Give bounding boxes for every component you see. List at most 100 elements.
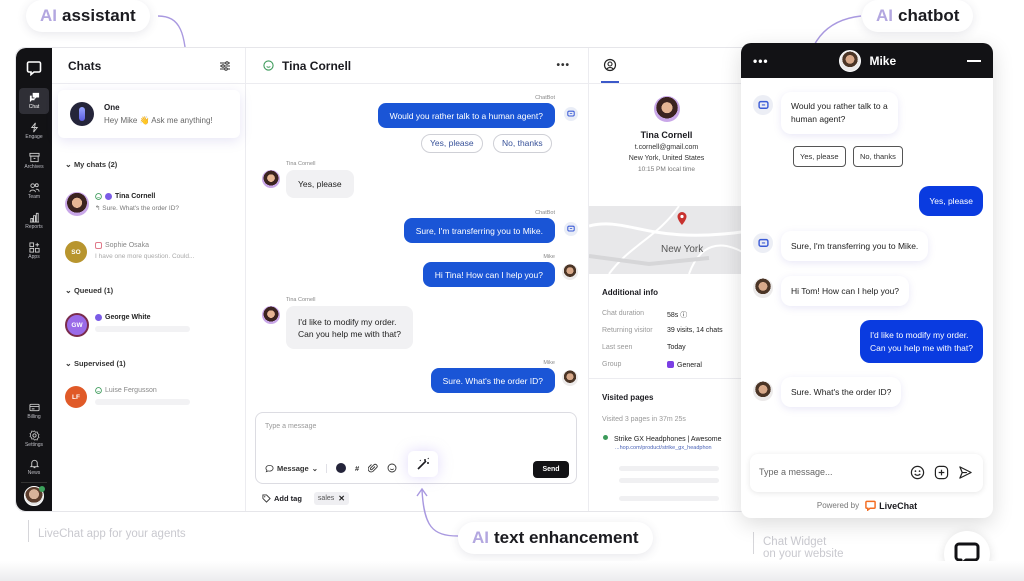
ai-assist-icon[interactable] xyxy=(335,463,346,473)
widget-message-input[interactable]: Type a message... xyxy=(750,454,983,492)
visited-page-item[interactable]: Strike GX Headphones | Awesome ...hop.co… xyxy=(603,435,722,451)
nav-item-settings[interactable]: Settings xyxy=(19,426,49,452)
magic-wand-icon xyxy=(417,457,429,470)
nav-item-team[interactable]: Team xyxy=(19,178,49,204)
section-my-chats[interactable]: My chats (2) xyxy=(65,160,117,169)
agent-avatar xyxy=(839,49,862,72)
livechat-logo-icon xyxy=(26,61,42,76)
ai-assistant-card[interactable]: One Hey Mike 👋 Ask me anything! xyxy=(58,90,240,138)
chats-header: Chats xyxy=(52,48,245,84)
ai-assistant-orb-icon xyxy=(70,102,94,126)
team-icon xyxy=(28,183,40,193)
caption-arrow xyxy=(28,520,29,542)
nav-item-chat[interactable]: Chat xyxy=(19,88,49,114)
nav-divider xyxy=(21,482,47,483)
filter-icon[interactable] xyxy=(219,60,231,72)
bell-icon xyxy=(29,459,39,469)
send-button[interactable]: Send xyxy=(533,461,569,478)
chats-title: Chats xyxy=(68,58,102,73)
message-bubble: Would you rather talk to a human agent? xyxy=(377,103,555,128)
message-bubble: Sure, I'm transferring you to Mike. xyxy=(403,218,555,243)
chat-preview: I have one more question. Could... xyxy=(95,253,195,260)
nav-item-engage[interactable]: Engage xyxy=(19,118,49,144)
customer-avatar xyxy=(653,96,680,122)
chatbot-badge xyxy=(564,222,578,236)
quick-reply-no[interactable]: No, thanks xyxy=(493,134,552,153)
conversation-title: Tina Cornell xyxy=(282,58,352,73)
ai-text-enhancement-button[interactable] xyxy=(408,451,438,477)
nav-item-apps[interactable]: Apps xyxy=(19,238,49,264)
nav-item-billing[interactable]: Billing xyxy=(19,398,49,424)
conversation-header: Tina Cornell ••• xyxy=(246,48,588,84)
agent-app-window: Chat Engage Archives Team Reports Apps B… xyxy=(15,47,775,512)
message-type-dropdown[interactable]: Message ⌄ xyxy=(265,463,327,473)
message-bubble: Hi Tina! How can I help you? xyxy=(422,262,555,287)
nav-item-archives[interactable]: Archives xyxy=(19,148,49,174)
chat-preview: ↰ Sure. What's the order ID? xyxy=(95,205,179,212)
section-supervised[interactable]: Supervised (1) xyxy=(65,359,126,368)
group-icon xyxy=(667,361,674,368)
chatbot-icon xyxy=(567,110,575,117)
archive-icon xyxy=(28,152,40,163)
composer-input[interactable]: Type a message xyxy=(265,423,316,430)
nav-item-reports[interactable]: Reports xyxy=(19,208,49,234)
speech-bubble-icon xyxy=(265,464,274,472)
george-avatar: GW xyxy=(65,313,89,337)
chat-icon xyxy=(29,92,39,103)
visited-summary: Visited 3 pages in 37m 25s xyxy=(602,416,686,423)
chat-item-sophie-osaka[interactable]: SO Sophie Osaka I have one more question… xyxy=(65,241,235,269)
widget-message: Sure, I'm transferring you to Mike. xyxy=(781,231,929,261)
send-icon[interactable] xyxy=(958,465,973,480)
bottom-fade xyxy=(0,561,1024,581)
message-composer[interactable]: Type a message Message ⌄ # Send xyxy=(255,412,577,484)
minimize-button[interactable] xyxy=(966,59,981,62)
widget-quick-reply-no[interactable]: No, thanks xyxy=(853,146,903,167)
livechat-brand[interactable]: LiveChat xyxy=(865,500,917,511)
active-tab-indicator xyxy=(601,81,619,83)
add-attachment-icon[interactable] xyxy=(934,465,949,480)
messenger-icon xyxy=(95,314,102,321)
info-row-last-seen: Last seen Today xyxy=(602,344,686,351)
visited-page-url[interactable]: ...hop.com/product/strike_gx_headphon xyxy=(615,445,722,451)
ai-assistant-callout: AI assistant xyxy=(26,0,150,32)
mike-avatar xyxy=(562,370,578,386)
widget-header: ••• Mike xyxy=(741,43,993,78)
apps-icon xyxy=(28,242,40,253)
sophie-avatar: SO xyxy=(65,241,87,263)
chatbot-icon xyxy=(567,225,575,232)
agent-avatar[interactable] xyxy=(24,486,45,506)
reports-icon xyxy=(29,212,39,223)
smile-status-icon xyxy=(95,387,102,394)
section-queued[interactable]: Queued (1) xyxy=(65,286,113,295)
chat-item-george-white[interactable]: GW George White xyxy=(65,313,235,341)
emoji-icon[interactable] xyxy=(910,465,925,480)
sender-label: ChatBot xyxy=(535,210,555,216)
chats-list-panel: Chats One Hey Mike 👋 Ask me anything! My… xyxy=(52,48,246,511)
customer-info-tab-icon[interactable] xyxy=(603,58,617,72)
engage-icon xyxy=(30,122,38,133)
preview-placeholder xyxy=(95,326,190,332)
additional-info-title: Additional info xyxy=(602,288,658,297)
map-pin-icon xyxy=(677,212,687,225)
chat-item-tina-cornell[interactable]: Tina Cornell ↰ Sure. What's the order ID… xyxy=(65,192,235,220)
emoji-icon[interactable] xyxy=(387,463,397,473)
billing-icon xyxy=(28,403,40,412)
widget-menu-button[interactable]: ••• xyxy=(753,54,769,68)
quick-reply-yes[interactable]: Yes, please xyxy=(421,134,483,153)
message-bubble: Sure. What's the order ID? xyxy=(430,368,555,393)
widget-quick-reply-yes[interactable]: Yes, please xyxy=(793,146,846,167)
nav-item-news[interactable]: News xyxy=(19,454,49,480)
info-row-chat-duration: Chat duration 58s ⓘ xyxy=(602,310,688,319)
attachment-icon[interactable] xyxy=(368,463,378,473)
remove-tag-icon[interactable]: ✕ xyxy=(338,494,345,503)
chat-item-luise-fergusson[interactable]: LF Luise Fergusson xyxy=(65,386,235,414)
conversation-panel: Tina Cornell ••• ChatBot Would you rathe… xyxy=(246,48,589,511)
hashtag-icon[interactable]: # xyxy=(355,464,359,473)
add-tag-button[interactable]: Add tag xyxy=(262,494,302,503)
info-row-returning-visitor: Returning visitor 39 visits, 14 chats xyxy=(602,327,723,334)
more-options-button[interactable]: ••• xyxy=(556,60,570,71)
widget-message: Sure. What's the order ID? xyxy=(781,377,902,407)
ai-chatbot-callout: AI chatbot xyxy=(862,0,974,32)
map-label: New York xyxy=(661,244,704,255)
customer-name: Tina Cornell xyxy=(640,130,693,140)
